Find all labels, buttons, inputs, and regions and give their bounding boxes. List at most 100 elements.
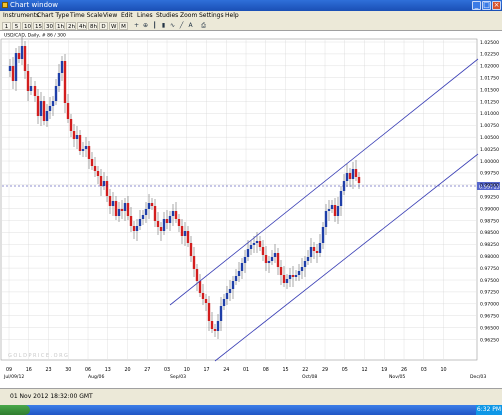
month-label: Dec/03 <box>470 374 486 380</box>
bar-chart-icon[interactable]: ┃ <box>151 22 158 30</box>
date-tick-label: 06 <box>85 367 91 373</box>
candle-body <box>90 159 94 166</box>
title-bar: Chart window _ □ × <box>0 0 502 11</box>
date-tick-label: 10 <box>441 367 447 373</box>
candle-body <box>63 61 67 103</box>
timeframe-m-button[interactable]: M <box>119 22 128 30</box>
start-button[interactable] <box>0 405 30 415</box>
candle-body <box>84 146 88 149</box>
month-label: Nov/05 <box>389 374 405 380</box>
candle-body <box>285 279 289 283</box>
candle-chart-icon[interactable]: ▮ <box>160 22 167 30</box>
menu-help[interactable]: Help <box>225 11 239 21</box>
candle-body <box>165 219 169 223</box>
window-title: Chart window <box>10 1 59 9</box>
timeframe-w-button[interactable]: W <box>109 22 118 30</box>
candle-body <box>123 203 127 211</box>
menu-settings[interactable]: Settings <box>199 11 224 21</box>
toolbar: 1 5 10 15 30 1h 2h 4h 8h D W M + ⊕ ┃ ▮ ∿… <box>0 21 502 31</box>
timeframe-d-button[interactable]: D <box>99 22 108 30</box>
timeframe-8h-button[interactable]: 8h <box>88 22 98 30</box>
date-tick-label: 19 <box>381 367 387 373</box>
candle-body <box>36 96 40 116</box>
candle-body <box>312 247 316 251</box>
candle-body <box>8 66 12 71</box>
price-chart[interactable]: 0.99713 USD/CAD, Daily, # 86 / 300 1.025… <box>0 31 502 388</box>
menu-instruments[interactable]: Instruments <box>3 11 39 21</box>
candle-body <box>204 299 208 303</box>
text-icon[interactable]: A <box>187 22 194 30</box>
close-button[interactable]: × <box>492 1 501 10</box>
candle-body <box>198 281 202 293</box>
menu-zoom[interactable]: Zoom <box>180 11 197 21</box>
candle-body <box>66 103 70 119</box>
menu-view[interactable]: View <box>103 11 117 21</box>
line-chart-icon[interactable]: ∿ <box>169 22 176 30</box>
price-tick-label: 0.98250 <box>480 242 499 248</box>
price-tick-label: 0.97250 <box>480 290 499 296</box>
timeframe-30-button[interactable]: 30 <box>44 22 54 30</box>
menu-edit[interactable]: Edit <box>121 11 133 21</box>
candle-body <box>279 267 283 275</box>
candle-body <box>29 86 33 91</box>
candle-body <box>282 275 286 283</box>
timeframe-15-button[interactable]: 15 <box>33 22 43 30</box>
menu-lines[interactable]: Lines <box>137 11 153 21</box>
candle-body <box>348 173 352 179</box>
minimize-button[interactable]: _ <box>472 1 481 10</box>
candle-body <box>26 71 30 91</box>
candle-body <box>54 86 58 101</box>
price-tick-label: 0.99250 <box>480 195 499 201</box>
timeframe-5-button[interactable]: 5 <box>12 22 21 30</box>
crosshair-icon[interactable]: + <box>133 22 140 30</box>
candle-body <box>225 293 229 299</box>
candle-body <box>147 203 151 209</box>
candle-body <box>138 219 142 226</box>
trend-line-icon[interactable]: ╱ <box>178 22 185 30</box>
menu-time-scale[interactable]: Time Scale <box>70 11 103 21</box>
price-tick-label: 1.02500 <box>480 40 499 46</box>
date-tick-label: 23 <box>46 367 52 373</box>
timeframe-10-button[interactable]: 10 <box>22 22 32 30</box>
candle-body <box>171 211 175 216</box>
menu-chart-type[interactable]: Chart Type <box>37 11 69 21</box>
app-icon <box>2 2 8 8</box>
zoom-in-icon[interactable]: ⊕ <box>142 22 149 30</box>
candle-body <box>255 241 259 243</box>
candle-body <box>120 209 124 211</box>
candle-body <box>132 226 136 231</box>
date-tick-label: 24 <box>223 367 229 373</box>
timeframe-1h-button[interactable]: 1h <box>55 22 65 30</box>
price-tick-label: 0.98000 <box>480 254 499 260</box>
candle-body <box>234 276 238 281</box>
menu-studies[interactable]: Studies <box>156 11 178 21</box>
candle-body <box>60 61 64 73</box>
candle-body <box>354 169 358 177</box>
candle-body <box>102 181 106 186</box>
candle-body <box>249 245 253 249</box>
status-timestamp: 01 Nov 2012 18:32:00 GMT <box>10 393 93 400</box>
candle-body <box>270 257 274 261</box>
month-label: Jul/09/12 <box>3 374 24 380</box>
print-icon[interactable]: ⎙ <box>200 22 207 30</box>
timeframe-2h-button[interactable]: 2h <box>66 22 76 30</box>
candle-body <box>186 231 190 243</box>
candle-body <box>87 146 91 159</box>
candle-body <box>309 247 313 257</box>
candle-body <box>210 321 214 329</box>
maximize-button[interactable]: □ <box>482 1 491 10</box>
timeframe-4h-button[interactable]: 4h <box>77 22 87 30</box>
candle-body <box>336 206 340 216</box>
candle-body <box>195 269 199 281</box>
candle-body <box>156 221 160 227</box>
date-tick-label: 30 <box>65 367 71 373</box>
date-tick-label: 15 <box>283 367 289 373</box>
candle-body <box>177 219 181 226</box>
date-tick-label: 16 <box>26 367 32 373</box>
candle-body <box>216 321 220 331</box>
candle-body <box>39 101 43 116</box>
candle-body <box>105 181 109 196</box>
price-tick-label: 1.00500 <box>480 135 499 141</box>
timeframe-1-button[interactable]: 1 <box>2 22 11 30</box>
price-tick-label: 0.99000 <box>480 206 499 212</box>
